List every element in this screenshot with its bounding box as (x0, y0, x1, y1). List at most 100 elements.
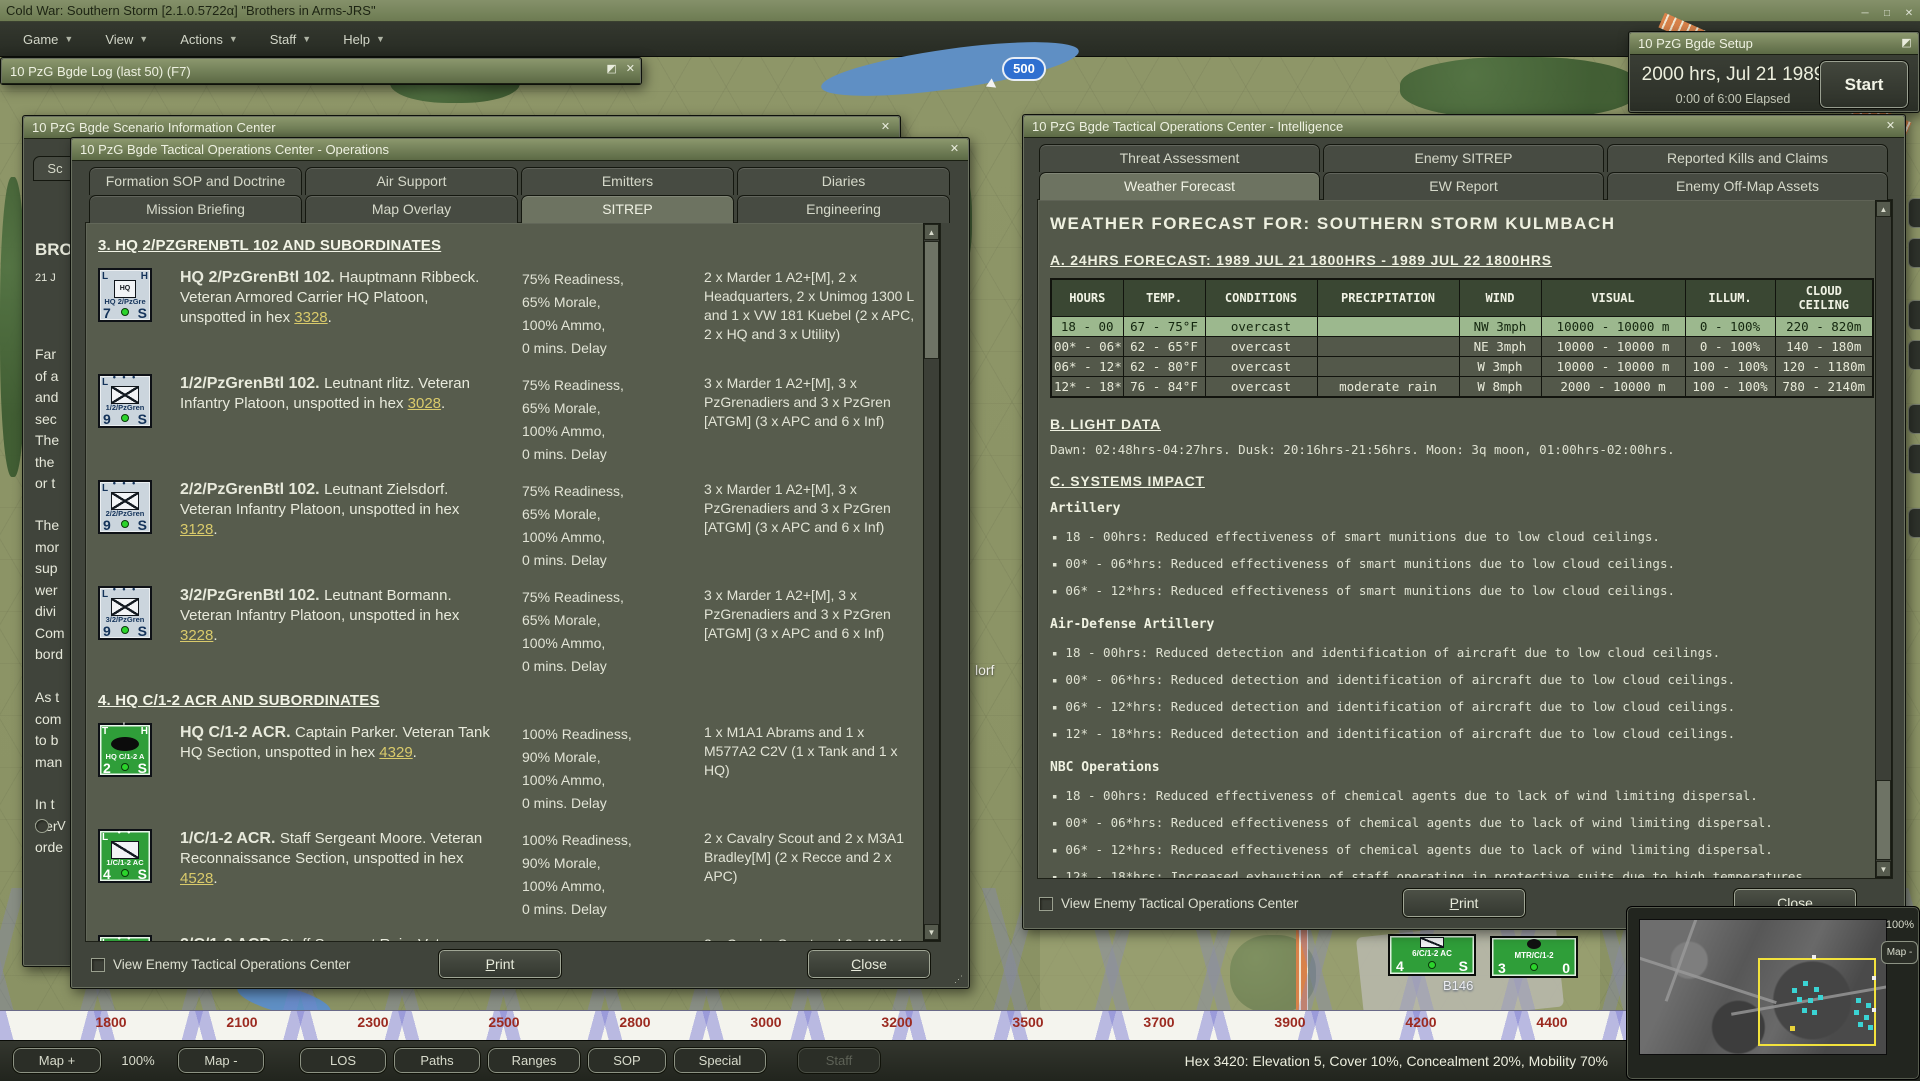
close-button[interactable]: Close (808, 950, 930, 978)
tab-formation-sop-and-doctrine[interactable]: Formation SOP and Doctrine (89, 167, 302, 195)
scroll-up-icon[interactable]: ▲ (1876, 201, 1891, 217)
forecast-row[interactable]: 00* - 06*62 - 65°FovercastNE 3mph10000 -… (1051, 337, 1873, 357)
toolbar-ranges-button[interactable]: Ranges (488, 1048, 580, 1073)
scroll-up-icon[interactable]: ▲ (924, 224, 939, 240)
sitrep-scrollbar[interactable]: ▲ ▼ (923, 223, 940, 941)
unit-counter-icon[interactable]: L• • •3/2/PzGren9S (98, 586, 152, 640)
tab-enemy-off-map-assets[interactable]: Enemy Off-Map Assets (1607, 172, 1888, 200)
inf-symbol-icon (111, 386, 139, 404)
toolbar-map-button[interactable]: Map + (13, 1048, 101, 1073)
print-button[interactable]: Print (1403, 889, 1525, 917)
scroll-down-icon[interactable]: ▼ (924, 924, 939, 940)
toolbar-los-button[interactable]: LOS (300, 1048, 386, 1073)
forecast-cell: 10000 - 10000 m (1541, 357, 1685, 377)
tab-weather-forecast[interactable]: Weather Forecast (1039, 172, 1320, 200)
close-icon[interactable]: ✕ (946, 142, 963, 157)
forecast-col-header: WIND (1459, 279, 1541, 317)
print-button[interactable]: Print (439, 950, 561, 978)
unit-counter-icon[interactable]: L• • •2/2/PzGren9S (98, 480, 152, 534)
scroll-down-icon[interactable]: ▼ (1876, 861, 1891, 877)
menu-staff[interactable]: Staff▼ (257, 22, 330, 57)
checkbox-icon[interactable] (35, 819, 49, 833)
tab-threat-assessment[interactable]: Threat Assessment (1039, 144, 1320, 172)
counter-strength: 3 (1498, 960, 1506, 976)
menu-help[interactable]: Help▼ (330, 22, 404, 57)
scrollbar-thumb[interactable] (1876, 780, 1891, 860)
sitrep-section-heading: 4. HQ C/1-2 ACR AND SUBORDINATES (98, 692, 908, 709)
unit-counter-icon[interactable]: TH'HQ C/1-2 A2S (98, 723, 152, 777)
checkbox-icon[interactable] (1039, 897, 1053, 911)
map-tool-button[interactable] (1908, 238, 1920, 268)
forecast-row[interactable]: 12* - 18*76 - 84°Fovercastmoderate rainW… (1051, 377, 1873, 398)
tab-ew-report[interactable]: EW Report (1323, 172, 1604, 200)
hex-link[interactable]: 4528 (180, 870, 213, 887)
tab-diaries[interactable]: Diaries (737, 167, 950, 195)
map-zoom-out-button[interactable]: Map - (1881, 941, 1918, 964)
scrollbar-thumb[interactable] (924, 241, 939, 359)
map-tool-button[interactable] (1908, 340, 1920, 370)
unit-counter-icon[interactable]: LHHQHQ 2/PzGre7S (98, 268, 152, 322)
unit-name: HQ 2/PzGrenBtl 102. (180, 269, 339, 286)
menu-label: Actions (180, 22, 223, 57)
impact-bullet-text: 18 - 00hrs: Reduced effectiveness of che… (1065, 788, 1757, 803)
impact-bullet-text: 06* - 12*hrs: Reduced detection and iden… (1065, 699, 1735, 714)
view-enemy-toc-checkbox[interactable]: View Enemy Tactical Operations Center (1039, 895, 1298, 913)
unit-counter-icon[interactable]: L• • •1/2/PzGren9S (98, 374, 152, 428)
start-button[interactable]: Start (1820, 61, 1908, 108)
map-tool-button[interactable] (1908, 300, 1920, 330)
menu-game[interactable]: Game▼ (10, 22, 92, 57)
hex-link[interactable]: 4329 (379, 744, 412, 761)
hex-link[interactable]: 3328 (294, 309, 327, 326)
forecast-row[interactable]: 06* - 12*62 - 80°FovercastW 3mph10000 - … (1051, 357, 1873, 377)
tab-reported-kills-and-claims[interactable]: Reported Kills and Claims (1607, 144, 1888, 172)
tab-emitters[interactable]: Emitters (521, 167, 734, 195)
map-tool-button[interactable] (1908, 508, 1920, 538)
status-dot-icon (121, 414, 129, 422)
hex-link[interactable]: 3228 (180, 627, 213, 644)
icon-corner-tl: L (102, 589, 108, 600)
forecast-col-header: HOURS (1051, 279, 1123, 317)
tab-sitrep[interactable]: SITREP (521, 195, 734, 223)
forecast-row[interactable]: 18 - 0067 - 75°FovercastNW 3mph10000 - 1… (1051, 317, 1873, 337)
toolbar-sop-button[interactable]: SOP (588, 1048, 666, 1073)
cyan-unit-dot (1802, 1008, 1807, 1013)
map-counter-mtr-c-1-2[interactable]: MTR/C/1-230 (1490, 936, 1578, 978)
tab-air-support[interactable]: Air Support (305, 167, 518, 195)
unit-counter-icon[interactable]: L• •1/C/1-2 AC4S (98, 829, 152, 883)
minimap-image[interactable] (1639, 919, 1887, 1055)
map-counter-6-c-1-2-ac[interactable]: 6/C/1-2 AC4S (1388, 934, 1476, 976)
menu-view[interactable]: View▼ (92, 22, 167, 57)
close-icon[interactable]: ✕ (877, 120, 894, 135)
checkbox-icon[interactable] (91, 958, 105, 972)
restore-icon[interactable]: ◩ (606, 62, 616, 75)
forecast-cell: 18 - 00 (1051, 317, 1123, 337)
map-tool-button[interactable] (1908, 198, 1920, 228)
menu-actions[interactable]: Actions▼ (167, 22, 257, 57)
unit-row: TH'HQ C/1-2 A2SHQ C/1-2 ACR. Captain Par… (98, 723, 908, 815)
impact-bullet: ▪06* - 12*hrs: Reduced effectiveness of … (1052, 837, 1870, 864)
hex-link[interactable]: 3028 (408, 395, 441, 412)
toolbar-map-button[interactable]: Map - (178, 1048, 264, 1073)
tab-map-overlay[interactable]: Map Overlay (305, 195, 518, 223)
hex-link[interactable]: 3128 (180, 521, 213, 538)
close-icon[interactable]: ✕ (1882, 119, 1899, 134)
log-window-bar[interactable]: 10 PzG Bgde Log (last 50) (F7) ◩ ✕ (0, 57, 642, 85)
stat-line: 100% Ammo, (522, 420, 680, 443)
map-tool-button[interactable] (1908, 444, 1920, 474)
close-icon[interactable]: ✕ (626, 62, 635, 75)
restore-icon[interactable]: ◩ (1898, 36, 1915, 51)
map-tool-button[interactable] (1908, 404, 1920, 434)
forecast-cell (1317, 337, 1459, 357)
resize-grip[interactable]: ⋰ (954, 974, 966, 986)
counter-posture: S (1459, 958, 1468, 974)
toolbar-special-button[interactable]: Special (674, 1048, 766, 1073)
unit-size-dots: ' (123, 721, 127, 731)
toolbar-paths-button[interactable]: Paths (394, 1048, 480, 1073)
weather-scrollbar[interactable]: ▲ ▼ (1875, 200, 1892, 878)
tab-engineering[interactable]: Engineering (737, 195, 950, 223)
tab-enemy-sitrep[interactable]: Enemy SITREP (1323, 144, 1604, 172)
unit-counter-icon[interactable]: L• •2/C/1-2 AC4S (98, 935, 152, 942)
tab-mission-briefing[interactable]: Mission Briefing (89, 195, 302, 223)
sitrep-content: 3. HQ 2/PZGRENBTL 102 AND SUBORDINATESLH… (85, 222, 941, 942)
view-enemy-toc-checkbox[interactable]: View Enemy Tactical Operations Center (91, 956, 350, 974)
